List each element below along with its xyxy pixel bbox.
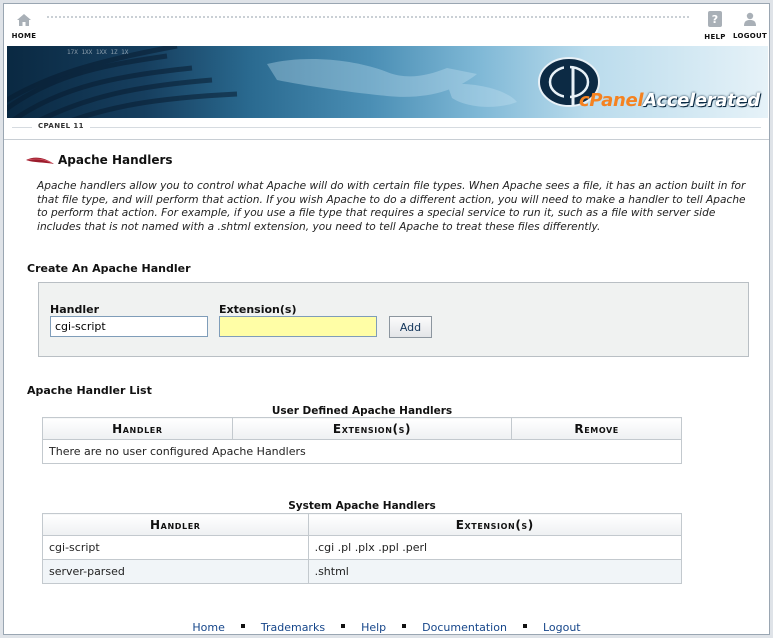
table-row: There are no user configured Apache Hand… — [42, 439, 682, 464]
intro-text: Apache handlers allow you to control wha… — [37, 180, 746, 233]
handler-field-label: Handler — [50, 303, 99, 316]
footer-separator — [402, 624, 407, 628]
help-icon: ? — [708, 11, 722, 27]
home-nav-label: HOME — [11, 32, 37, 40]
system-extensions-cell: .cgi .pl .plx .ppl .perl — [307, 535, 683, 560]
user-handlers-table: Handler Extension(s) Remove There are no… — [42, 417, 682, 464]
logout-nav-label: LOGOUT — [733, 32, 768, 40]
nav-divider — [46, 16, 689, 18]
feather-icon — [26, 157, 54, 164]
table-row: server-parsed .shtml — [42, 559, 683, 584]
user-col-remove: Remove — [511, 417, 682, 440]
extension-input[interactable] — [219, 316, 377, 337]
footer-separator — [341, 624, 346, 628]
page-title: Apache Handlers — [58, 153, 173, 167]
footer-separator — [522, 624, 527, 628]
svg-text:17X 1XX 1XX 1Z 1X: 17X 1XX 1XX 1Z 1X — [67, 49, 129, 56]
help-nav-button[interactable]: ? HELP — [702, 11, 728, 41]
extension-field-label: Extension(s) — [219, 303, 297, 316]
list-section-title: Apache Handler List — [27, 384, 152, 397]
brand-part1: cPanel — [579, 90, 644, 111]
user-col-handler: Handler — [42, 417, 233, 440]
cpanel-window: HOME ? HELP LOGOUT 17X 1XX 1XX 1Z 1X cPa… — [3, 3, 770, 635]
user-logout-icon — [744, 12, 756, 26]
breadcrumb[interactable]: CPANEL 11 — [32, 122, 90, 130]
help-nav-label: HELP — [704, 33, 726, 41]
handler-input[interactable] — [50, 316, 208, 337]
footer-links: Home Trademarks Help Documentation Logout — [4, 621, 769, 634]
add-handler-button[interactable]: Add — [389, 316, 432, 338]
system-col-extensions: Extension(s) — [307, 513, 683, 536]
footer-link-documentation[interactable]: Documentation — [422, 621, 507, 634]
user-handlers-header-row: Handler Extension(s) Remove — [42, 417, 682, 440]
breadcrumb-bar: CPANEL 11 — [4, 118, 769, 140]
cpanel-brand-text: cPanelAccelerated — [579, 90, 760, 111]
footer-separator — [240, 624, 245, 628]
user-handlers-caption: User Defined Apache Handlers — [271, 405, 453, 417]
home-nav-button[interactable]: HOME — [11, 11, 37, 40]
footer-link-trademarks[interactable]: Trademarks — [261, 621, 325, 634]
system-handler-cell: server-parsed — [42, 559, 309, 584]
system-handler-cell: cgi-script — [42, 535, 309, 560]
breadcrumb-rule — [12, 127, 761, 128]
footer-link-logout[interactable]: Logout — [543, 621, 581, 634]
logout-nav-button[interactable]: LOGOUT — [733, 11, 767, 40]
create-section-title: Create An Apache Handler — [27, 262, 191, 275]
top-nav: HOME ? HELP LOGOUT — [4, 4, 769, 44]
svg-text:?: ? — [712, 13, 718, 26]
brand-part2: Accelerated — [643, 90, 760, 111]
user-col-extensions: Extension(s) — [231, 417, 513, 440]
system-extensions-cell: .shtml — [307, 559, 683, 584]
empty-message: There are no user configured Apache Hand… — [42, 439, 682, 464]
home-icon — [17, 14, 31, 26]
footer-link-home[interactable]: Home — [192, 621, 224, 634]
footer-link-help[interactable]: Help — [361, 621, 386, 634]
create-handler-form: Handler Extension(s) Add — [38, 282, 749, 357]
table-row: cgi-script .cgi .pl .plx .ppl .perl — [42, 535, 683, 560]
system-handlers-header-row: Handler Extension(s) — [42, 513, 683, 536]
system-handlers-caption: System Apache Handlers — [288, 500, 436, 512]
system-col-handler: Handler — [42, 513, 309, 536]
cpanel-banner: 17X 1XX 1XX 1Z 1X cPanelAccelerated — [7, 46, 768, 118]
system-handlers-table: Handler Extension(s) cgi-script .cgi .pl… — [42, 513, 683, 584]
